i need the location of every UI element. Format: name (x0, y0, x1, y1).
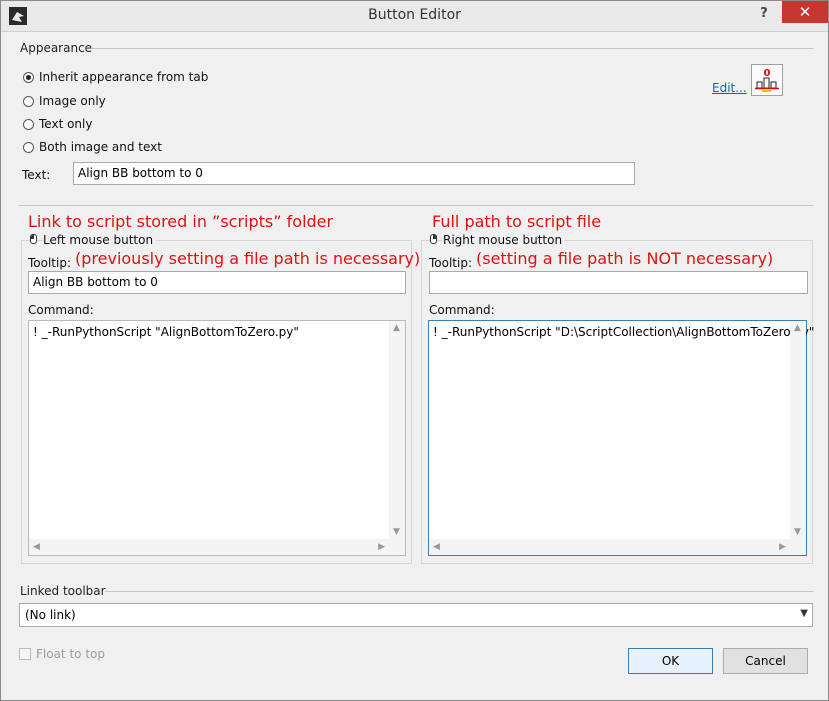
chevron-down-icon: ▼ (800, 608, 808, 619)
appearance-group-label: Appearance (20, 41, 93, 55)
left-command-textarea[interactable]: ! _-RunPythonScript "AlignBottomToZero.p… (28, 320, 406, 556)
button-image-preview[interactable]: 0 (751, 64, 783, 96)
cancel-button[interactable]: Cancel (723, 648, 808, 674)
right-tooltip-label: Tooltip: (429, 256, 473, 270)
radio-button[interactable] (23, 118, 34, 130)
scroll-up-icon[interactable]: ▲ (393, 323, 400, 333)
left-vertical-scrollbar[interactable]: ▲ ▼ (389, 321, 405, 539)
radio-text-only[interactable]: Text only (23, 116, 92, 132)
window-title: Button Editor (368, 7, 461, 23)
radio-label: Image only (39, 94, 106, 108)
linked-toolbar-divider (105, 591, 813, 592)
left-command-text: ! _-RunPythonScript "AlignBottomToZero.p… (33, 325, 299, 339)
radio-label: Inherit appearance from tab (39, 70, 209, 84)
radio-image-and-text[interactable]: Both image and text (23, 139, 162, 155)
section-divider (19, 205, 813, 206)
left-horizontal-scrollbar[interactable]: ◀ ▶ (29, 539, 405, 555)
radio-inherit-appearance[interactable]: Inherit appearance from tab (23, 69, 208, 85)
left-mouse-label: Left mouse button (43, 233, 157, 247)
right-horizontal-scrollbar[interactable]: ◀ ▶ (429, 539, 806, 555)
float-to-top-label: Float to top (36, 647, 105, 661)
right-tooltip-input[interactable] (429, 271, 808, 294)
left-tooltip-label: Tooltip: (28, 256, 72, 270)
right-mouse-icon (430, 234, 437, 244)
linked-toolbar-group-label: Linked toolbar (20, 584, 106, 598)
right-vertical-scrollbar[interactable]: ▲ ▼ (790, 321, 806, 539)
annotation-left-note: (previously setting a file path is neces… (75, 249, 421, 268)
button-text-input[interactable]: Align BB bottom to 0 (73, 162, 635, 185)
ok-button[interactable]: OK (628, 648, 713, 674)
radio-button[interactable] (23, 95, 34, 107)
button-editor-window: Button Editor ? ✕ Appearance Inherit app… (0, 0, 829, 701)
annotation-left-title: Link to script stored in ”scripts” folde… (28, 212, 334, 231)
right-command-text: ! _-RunPythonScript "D:\ScriptCollection… (433, 325, 815, 339)
scroll-down-icon[interactable]: ▼ (393, 527, 400, 537)
right-mouse-label: Right mouse button (443, 233, 566, 247)
right-command-label: Command: (429, 303, 495, 317)
scroll-left-icon[interactable]: ◀ (33, 542, 40, 552)
annotation-right-title: Full path to script file (432, 212, 602, 231)
radio-label: Both image and text (39, 140, 162, 154)
scroll-up-icon[interactable]: ▲ (794, 323, 801, 333)
radio-image-only[interactable]: Image only (23, 93, 106, 109)
linked-toolbar-value: (No link) (25, 608, 76, 622)
edit-image-link[interactable]: Edit... (712, 81, 747, 95)
float-to-top-checkbox (19, 648, 31, 660)
radio-label: Text only (39, 117, 93, 131)
close-button[interactable]: ✕ (782, 1, 828, 23)
float-to-top-checkbox-row: Float to top (19, 647, 105, 661)
left-command-label: Command: (28, 303, 94, 317)
preview-zero-label: 0 (764, 68, 771, 79)
annotation-right-note: (setting a file path is NOT necessary) (476, 249, 774, 268)
scroll-down-icon[interactable]: ▼ (794, 527, 801, 537)
align-bottom-icon: 0 (755, 68, 779, 92)
right-command-textarea[interactable]: ! _-RunPythonScript "D:\ScriptCollection… (428, 320, 814, 556)
scroll-right-icon[interactable]: ▶ (779, 542, 786, 552)
scroll-left-icon[interactable]: ◀ (433, 542, 440, 552)
radio-button-checked[interactable] (23, 71, 34, 83)
text-field-label: Text: (22, 168, 51, 182)
scroll-right-icon[interactable]: ▶ (378, 542, 385, 552)
help-button[interactable]: ? (745, 1, 783, 27)
linked-toolbar-select[interactable]: (No link) ▼ (19, 603, 813, 627)
appearance-divider (91, 48, 813, 49)
left-tooltip-input[interactable]: Align BB bottom to 0 (28, 271, 406, 294)
title-bar: Button Editor ? ✕ (1, 1, 828, 32)
radio-button[interactable] (23, 141, 34, 153)
left-mouse-icon (30, 234, 37, 244)
